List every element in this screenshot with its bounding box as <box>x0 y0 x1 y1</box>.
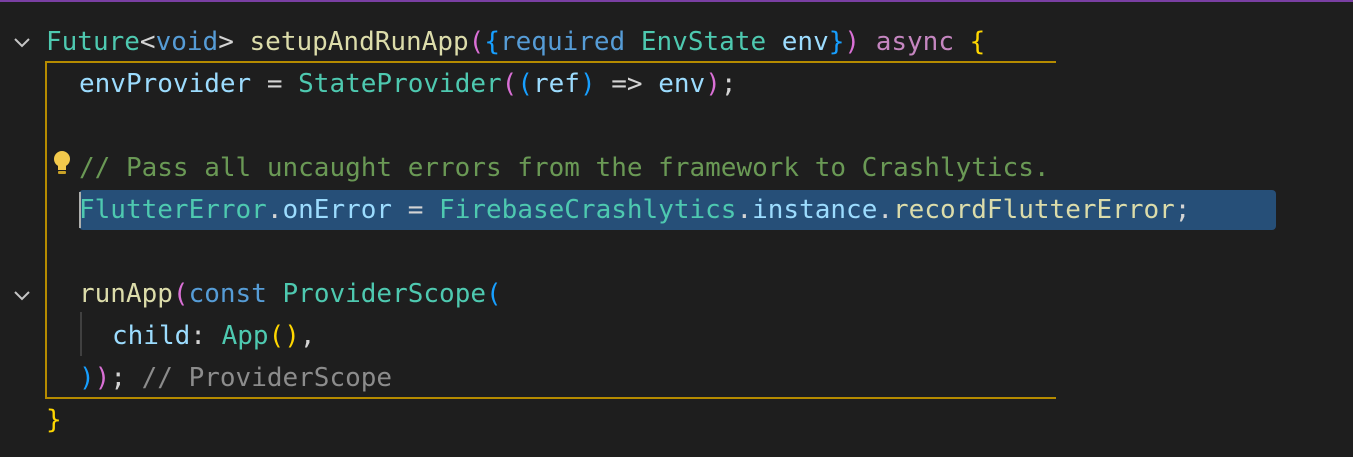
code-token: recordFlutterError <box>893 195 1175 225</box>
code-token: . <box>266 195 283 225</box>
code-token: const <box>188 279 267 309</box>
code-token: () <box>268 321 300 351</box>
chevron-down-icon[interactable] <box>10 283 34 307</box>
code-token: ( <box>172 279 189 309</box>
code-token: . <box>736 195 753 225</box>
code-token: // Pass all uncaught errors from the fra… <box>79 153 1050 183</box>
code-token: ) <box>94 363 111 393</box>
code-line[interactable]: } <box>46 399 62 441</box>
code-token: ) <box>844 27 861 57</box>
code-token: async <box>875 27 954 57</box>
code-token: ( <box>468 27 485 57</box>
code-token: envProvider <box>79 69 252 99</box>
code-token: { <box>969 27 986 57</box>
code-token: setupAndRunApp <box>249 27 469 57</box>
code-token: ; <box>110 363 126 393</box>
code-token: } <box>828 27 845 57</box>
code-token: ProviderScope <box>282 279 487 309</box>
code-token: > <box>218 27 250 57</box>
code-token: env <box>766 27 829 57</box>
code-token: instance <box>752 195 878 225</box>
code-token: void <box>155 27 219 57</box>
lightbulb-icon[interactable] <box>52 150 72 176</box>
code-token: // ProviderScope <box>125 363 393 393</box>
code-token: } <box>46 405 62 435</box>
code-line[interactable]: )); // ProviderScope <box>79 357 392 399</box>
code-token: FlutterError <box>79 195 267 225</box>
code-token: ( <box>486 279 502 309</box>
code-line[interactable]: child: App(), <box>112 315 316 357</box>
code-token: StateProvider <box>298 69 502 99</box>
code-token: => <box>595 69 659 99</box>
code-line[interactable]: Future<void> setupAndRunApp({required En… <box>46 21 985 63</box>
code-token: ; <box>1174 195 1191 225</box>
code-token: onError <box>282 195 393 225</box>
text-cursor <box>79 192 81 228</box>
chevron-down-icon[interactable] <box>10 30 34 54</box>
code-editor[interactable]: Future<void> setupAndRunApp({required En… <box>0 0 1353 457</box>
code-token: env <box>658 69 706 99</box>
code-token: EnvState <box>640 27 767 57</box>
code-line[interactable]: FlutterError.onError = FirebaseCrashlyti… <box>79 189 1190 231</box>
code-token: ) <box>705 69 721 99</box>
code-line[interactable]: envProvider = StateProvider((ref) => env… <box>79 63 737 105</box>
code-line[interactable]: runApp(const ProviderScope( <box>79 273 502 315</box>
code-token: ( <box>517 69 533 99</box>
code-token: < <box>139 27 156 57</box>
code-token: : <box>190 321 222 351</box>
code-token: FirebaseCrashlytics <box>439 195 737 225</box>
indent-guide <box>80 312 82 356</box>
code-token: , <box>299 321 316 351</box>
code-token: Future <box>46 27 140 57</box>
code-token: = <box>392 195 440 225</box>
code-token: required <box>499 27 626 57</box>
code-token: ( <box>501 69 518 99</box>
code-token: runApp <box>79 279 173 309</box>
code-token: ; <box>720 69 737 99</box>
code-token: App <box>221 321 269 351</box>
code-token: ref <box>532 69 580 99</box>
code-token: = <box>251 69 299 99</box>
code-token: child <box>112 321 191 351</box>
code-token: . <box>877 195 894 225</box>
code-token: ) <box>79 363 95 393</box>
code-line[interactable]: // Pass all uncaught errors from the fra… <box>79 147 1050 189</box>
code-token: { <box>484 27 500 57</box>
code-token: ) <box>579 69 596 99</box>
